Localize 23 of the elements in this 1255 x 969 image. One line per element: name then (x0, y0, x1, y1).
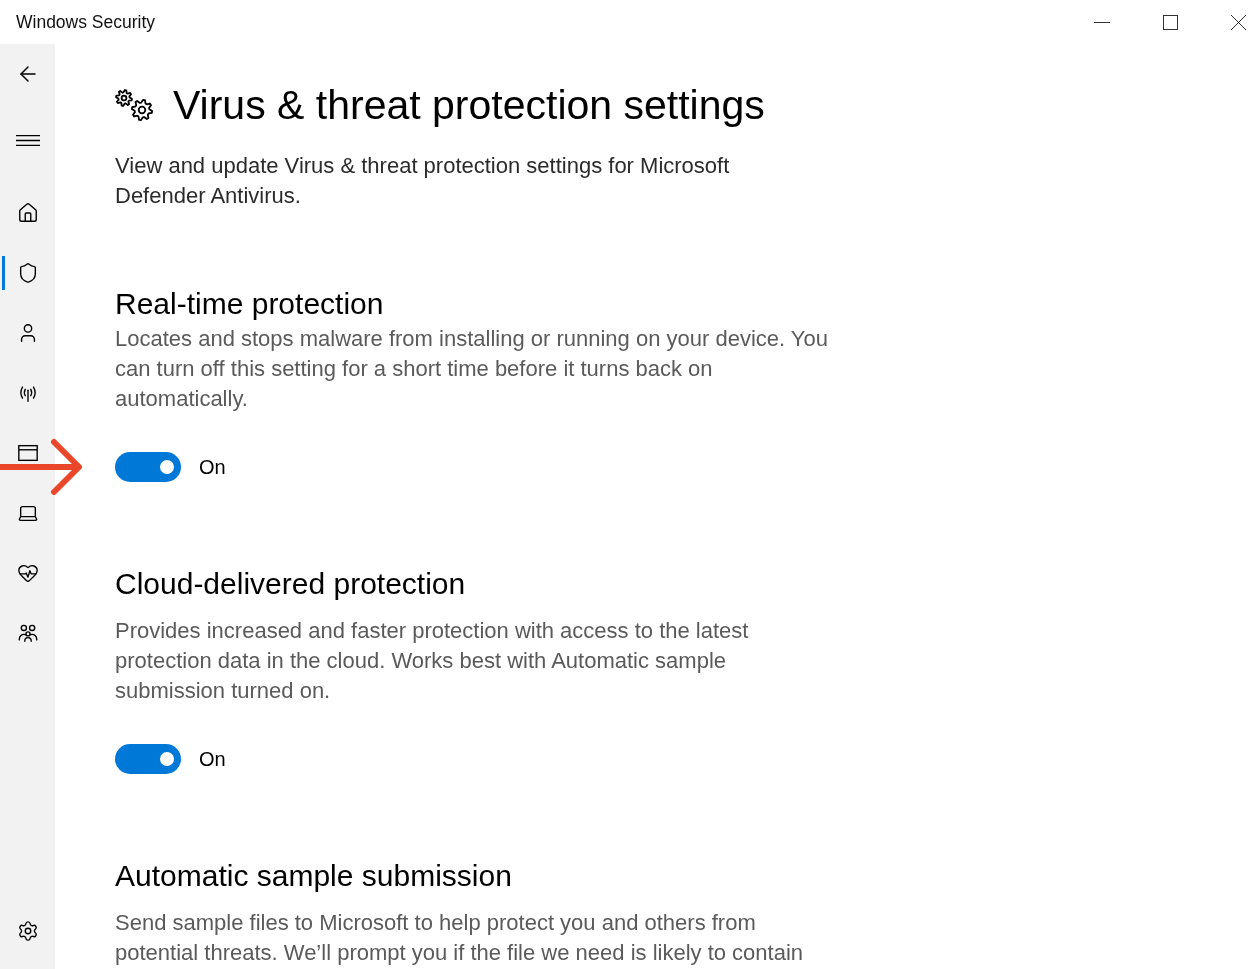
browser-window-icon (16, 442, 39, 464)
toggle-switch[interactable] (115, 452, 181, 482)
section-heading: Real-time protection (115, 286, 385, 322)
section-description: Locates and stops malware from installing or running on your device. You can turn off this setting for a short time before it turns back on automatically. (115, 325, 829, 413)
section-heading: Cloud-delivered protection (115, 566, 467, 602)
page-description: View and update Virus & threat protection settings for Microsoft Defender Antivirus. (115, 152, 731, 210)
close-icon (1230, 14, 1246, 30)
family-icon (16, 622, 39, 644)
gears-icon (115, 89, 153, 121)
minimize-icon (1094, 21, 1110, 23)
toggle-state-label: On (199, 455, 226, 479)
section-description: Provides increased and faster protection with access to the latest protection data in the cloud. Works best with Automatic sample submission turned on. (115, 617, 750, 705)
heart-pulse-icon (16, 562, 39, 584)
window-title: Windows Security (16, 11, 156, 33)
section-description: Send sample files to Microsoft to help protect you and others from potential threats. We’ll prompt you if the file we need is likely to contain (115, 909, 805, 967)
maximize-icon (1162, 14, 1178, 30)
toggle-switch[interactable] (115, 744, 181, 774)
house-icon (16, 202, 39, 224)
section-heading: Automatic sample submission (115, 858, 513, 894)
toggle-state-label: On (199, 747, 226, 771)
page-title: Virus & threat protection settings (173, 81, 765, 129)
menu-icon (15, 134, 40, 146)
settings-icon (16, 920, 39, 942)
